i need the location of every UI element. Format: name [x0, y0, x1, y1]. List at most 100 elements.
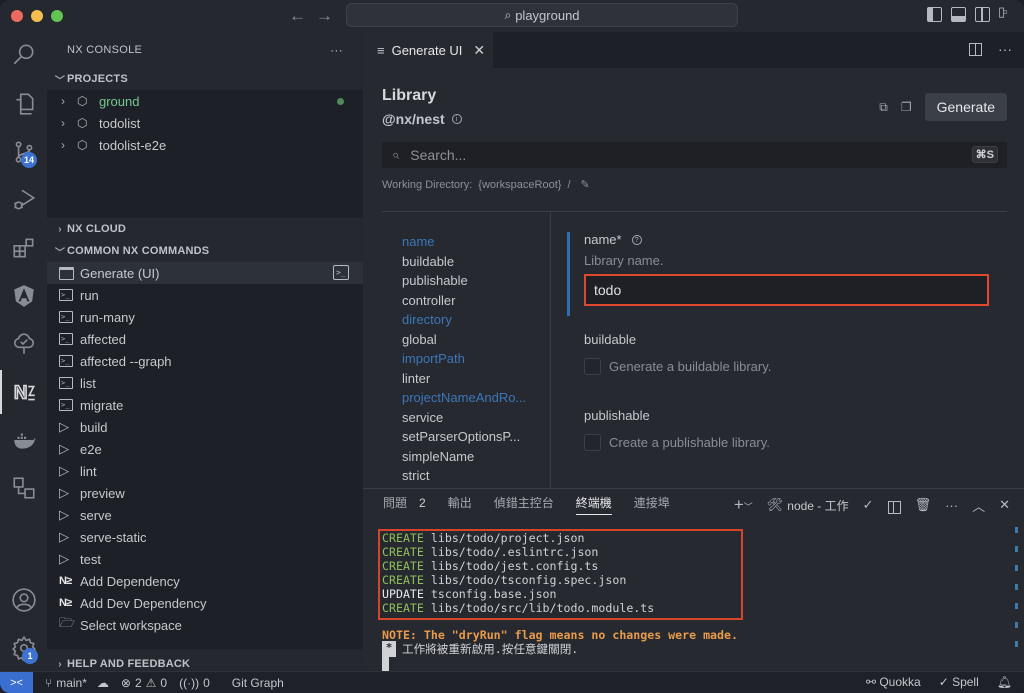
- command-list[interactable]: >_ list: [47, 372, 363, 394]
- command-preview[interactable]: ▷ preview: [47, 482, 363, 504]
- command-run[interactable]: >_ run: [47, 284, 363, 306]
- name-input[interactable]: [584, 274, 989, 306]
- nx-icon[interactable]: [0, 370, 47, 414]
- trash-icon[interactable]: 🗑: [915, 497, 932, 513]
- git-graph-button[interactable]: Git Graph: [232, 676, 284, 690]
- tab-problems[interactable]: 問題 2: [383, 489, 426, 517]
- info-icon[interactable]: i: [451, 114, 462, 124]
- command-run-many[interactable]: >_ run-many: [47, 306, 363, 328]
- command-build[interactable]: ▷ build: [47, 416, 363, 438]
- tab-output[interactable]: 輸出: [448, 489, 472, 517]
- toggle-panel-icon[interactable]: [951, 7, 966, 22]
- command-generate-ui[interactable]: Generate (UI) >_: [47, 262, 363, 284]
- minimize-window-button[interactable]: [31, 10, 43, 22]
- close-icon[interactable]: ✕: [473, 42, 485, 59]
- field-nav-item[interactable]: global: [402, 330, 542, 350]
- field-nav-item[interactable]: controller: [402, 291, 542, 311]
- maximize-panel-icon[interactable]: ︿: [972, 496, 985, 515]
- run-debug-icon[interactable]: [0, 178, 47, 222]
- tab-ports[interactable]: 連接埠: [634, 489, 670, 517]
- field-nav-item[interactable]: projectNameAndRo...: [402, 388, 542, 408]
- command-center-search[interactable]: ⌕ playground: [346, 3, 738, 27]
- remote-indicator-icon[interactable]: ><: [0, 671, 33, 693]
- new-terminal-icon[interactable]: +﹀: [734, 495, 753, 515]
- field-nav-item[interactable]: directory: [402, 310, 542, 330]
- settings-gear-icon[interactable]: 1: [0, 626, 47, 670]
- command-serve[interactable]: ▷ serve: [47, 504, 363, 526]
- more-actions-icon[interactable]: ···: [945, 498, 958, 513]
- spell-status[interactable]: ✓ Spell: [939, 675, 979, 689]
- field-nav-item[interactable]: simpleName: [402, 447, 542, 467]
- angular-icon[interactable]: [0, 274, 47, 318]
- quokka-status[interactable]: ⚯ Quokka: [866, 675, 921, 689]
- field-nav-item[interactable]: linter: [402, 369, 542, 389]
- vscode-window: ← → ⌕ playground 14: [0, 0, 1024, 693]
- project-item-ground[interactable]: › ⬡ ground: [47, 90, 363, 112]
- nx-cloud-section-header[interactable]: › NX CLOUD: [47, 218, 363, 240]
- explorer-icon[interactable]: [0, 82, 47, 126]
- maximize-window-button[interactable]: [51, 10, 63, 22]
- field-nav-item[interactable]: publishable: [402, 271, 542, 291]
- project-item-todolist-e2e[interactable]: › ⬡ todolist-e2e: [47, 134, 363, 156]
- tab-terminal[interactable]: 終端機: [575, 489, 612, 517]
- extensions-icon[interactable]: [0, 226, 47, 270]
- option-search-input[interactable]: ⌕ Search... ⌘S: [382, 142, 1007, 168]
- account-icon[interactable]: [0, 578, 47, 622]
- publishable-checkbox-row: Create a publishable library.: [570, 434, 990, 451]
- field-nav-item[interactable]: name: [402, 232, 542, 252]
- command-select-workspace[interactable]: 🗁 Select workspace: [47, 614, 363, 636]
- more-actions-icon[interactable]: ···: [330, 43, 343, 57]
- help-icon[interactable]: ?: [631, 234, 642, 245]
- split-terminal-icon[interactable]: [887, 500, 901, 514]
- restart-marker: *: [382, 641, 396, 657]
- testing-icon[interactable]: [0, 322, 47, 366]
- toggle-secondary-sidebar-icon[interactable]: [975, 7, 990, 22]
- sync-cloud-icon[interactable]: ☁: [97, 676, 109, 690]
- close-panel-icon[interactable]: ✕: [999, 497, 1010, 513]
- tab-debug-console[interactable]: 偵錯主控台: [494, 489, 554, 517]
- copy-icon[interactable]: ❐: [901, 100, 912, 114]
- source-control-icon[interactable]: 14: [0, 130, 47, 174]
- field-nav-item[interactable]: buildable: [402, 252, 542, 272]
- field-nav-item[interactable]: service: [402, 408, 542, 428]
- command-add-dev-dependency[interactable]: N≥ Add Dev Dependency: [47, 592, 363, 614]
- command-serve-static[interactable]: ▷ serve-static: [47, 526, 363, 548]
- command-add-dependency[interactable]: N≥ Add Dependency: [47, 570, 363, 592]
- tab-generate-ui[interactable]: ≡ Generate UI ✕: [363, 32, 493, 68]
- edit-pencil-icon[interactable]: ✎: [581, 178, 590, 191]
- command-e2e[interactable]: ▷ e2e: [47, 438, 363, 460]
- arrow-right-icon[interactable]: →: [316, 6, 333, 26]
- buildable-checkbox[interactable]: [584, 358, 601, 375]
- remote-explorer-icon[interactable]: [0, 466, 47, 510]
- more-actions-icon[interactable]: ···: [998, 41, 1012, 57]
- publishable-checkbox[interactable]: [584, 434, 601, 451]
- docker-icon[interactable]: [0, 418, 47, 462]
- search-icon[interactable]: [0, 32, 47, 76]
- close-window-button[interactable]: [11, 10, 23, 22]
- project-item-todolist[interactable]: › ⬡ todolist: [47, 112, 363, 134]
- ports-status[interactable]: ((·)) 0: [179, 676, 210, 690]
- command-affected-graph[interactable]: >_ affected --graph: [47, 350, 363, 372]
- split-editor-icon[interactable]: [969, 43, 982, 56]
- open-external-icon[interactable]: ⧉: [879, 100, 888, 115]
- command-test[interactable]: ▷ test: [47, 548, 363, 570]
- field-nav-item[interactable]: strict: [402, 466, 542, 486]
- generate-button[interactable]: Generate: [924, 93, 1007, 121]
- field-nav-item[interactable]: importPath: [402, 349, 542, 369]
- projects-section-header[interactable]: ﹀ PROJECTS: [47, 68, 363, 90]
- command-affected[interactable]: >_ affected: [47, 328, 363, 350]
- nx-cloud-label: NX CLOUD: [67, 223, 127, 235]
- field-nav-item[interactable]: setParserOptionsP...: [402, 427, 542, 447]
- customize-layout-icon[interactable]: [998, 4, 1014, 22]
- terminal-scrollbar-markers[interactable]: [1015, 527, 1018, 660]
- problems-status[interactable]: ⊗ 2 ⚠ 0: [121, 676, 167, 690]
- toggle-primary-sidebar-icon[interactable]: [927, 7, 942, 22]
- common-commands-section-header[interactable]: ﹀ COMMON NX COMMANDS: [47, 240, 363, 262]
- command-migrate[interactable]: >_ migrate: [47, 394, 363, 416]
- command-lint[interactable]: ▷ lint: [47, 460, 363, 482]
- bell-icon[interactable]: 🔔︎: [997, 675, 1012, 689]
- arrow-left-icon[interactable]: ←: [289, 6, 306, 26]
- terminal-selector[interactable]: node - 工作: [787, 497, 848, 514]
- branch-status[interactable]: ⑂ main* ☁: [45, 676, 109, 690]
- run-in-terminal-icon[interactable]: >_: [333, 265, 349, 280]
